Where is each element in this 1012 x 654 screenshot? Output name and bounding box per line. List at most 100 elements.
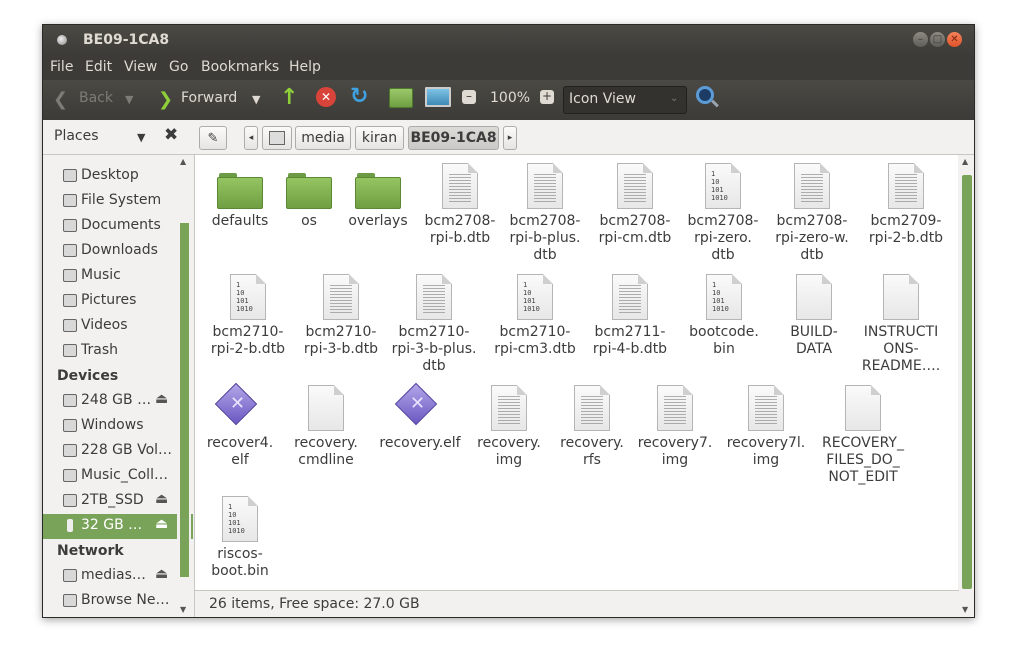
downloads-icon [63, 244, 77, 257]
file-name: RECOVERY_ FILES_DO_ NOT_EDIT [822, 435, 904, 485]
close-icon[interactable]: ✕ [947, 32, 962, 47]
sidebar-item-network-medias[interactable]: medias… ⏏ [43, 564, 193, 589]
sidebar-item-music[interactable]: Music [43, 264, 193, 289]
file-item[interactable]: bcm2708- rpi-cm.dtb [592, 155, 678, 265]
blank-file-icon [308, 385, 344, 431]
menu-bookmarks[interactable]: Bookmarks [201, 59, 279, 75]
file-item[interactable]: bcm2711- rpi-4-b.dtb [587, 266, 673, 376]
file-item[interactable]: 1 10 101 1010 bcm2708- rpi-zero. dtb [680, 155, 766, 265]
menu-file[interactable]: File [50, 59, 73, 75]
scroll-up-icon[interactable]: ▲ [180, 157, 186, 166]
sidebar-item-device-32gb[interactable]: 32 GB … ⏏ [43, 514, 193, 539]
file-item[interactable]: ✕ recovery.elf [377, 377, 463, 487]
file-item[interactable]: bcm2708- rpi-b-plus. dtb [502, 155, 588, 265]
file-item[interactable]: 1 10 101 1010 riscos-boot.bin [197, 488, 283, 598]
file-item[interactable]: recovery. cmdline [283, 377, 369, 487]
crumb-left-arrow-icon[interactable]: ◂ [244, 126, 258, 150]
sidebar-item-downloads[interactable]: Downloads [43, 239, 193, 264]
back-button[interactable]: Back [79, 90, 113, 106]
sidebar-item-desktop[interactable]: Desktop [43, 164, 193, 189]
file-item[interactable]: BUILD- DATA [771, 266, 857, 376]
sidebar-item-trash[interactable]: Trash [43, 339, 193, 364]
file-item[interactable]: overlays [335, 155, 421, 265]
crumb-right-arrow-icon[interactable]: ▸ [503, 126, 517, 150]
file-item[interactable]: 1 10 101 1010 bcm2710- rpi-2-b.dtb [205, 266, 291, 376]
sidebar-item-label: Downloads [81, 242, 158, 258]
back-dropdown-icon[interactable]: ▼ [125, 93, 133, 106]
close-sidebar-icon[interactable]: ✖ [164, 125, 178, 145]
maximize-icon[interactable]: □ [930, 32, 945, 47]
menu-view[interactable]: View [124, 59, 157, 75]
file-item[interactable]: RECOVERY_ FILES_DO_ NOT_EDIT [820, 377, 906, 487]
crumb-current[interactable]: BE09-1CA8 [408, 126, 499, 150]
sidebar-item-documents[interactable]: Documents [43, 214, 193, 239]
sidebar-item-label: 228 GB Vol… [81, 442, 173, 458]
text-file-icon [442, 163, 478, 209]
crumb-media[interactable]: media [295, 126, 351, 150]
text-file-icon [612, 274, 648, 320]
toolbar: ❮ Back ▼ ❯ Forward ▼ ↑ ✕ ↻ – 100% + Icon… [43, 80, 974, 121]
menu-go[interactable]: Go [169, 59, 188, 75]
blank-file-icon [883, 274, 919, 320]
minimize-icon[interactable]: – [913, 32, 928, 47]
file-name: bcm2710- rpi-cm3.dtb [494, 324, 576, 357]
sidebar-item-device-2tb[interactable]: 2TB_SSD ⏏ [43, 489, 193, 514]
window-title: BE09-1CA8 [83, 32, 170, 48]
eject-icon[interactable]: ⏏ [155, 391, 168, 407]
file-item[interactable]: bcm2708- rpi-b.dtb [417, 155, 503, 265]
sidebar-item-file-system[interactable]: File System [43, 189, 193, 214]
sidebar-item-device-228gb[interactable]: 228 GB Vol… [43, 439, 193, 464]
sidebar-item-label: Documents [81, 217, 161, 233]
reload-icon[interactable]: ↻ [350, 84, 368, 109]
file-item[interactable]: recovery7l. img [723, 377, 809, 487]
menu-edit[interactable]: Edit [85, 59, 112, 75]
eject-icon[interactable]: ⏏ [155, 566, 168, 582]
file-item[interactable]: bcm2710- rpi-3-b-plus. dtb [391, 266, 477, 376]
file-item[interactable]: bcm2708- rpi-zero-w. dtb [769, 155, 855, 265]
file-item[interactable]: ✕ recover4. elf [197, 377, 283, 487]
places-dropdown-icon[interactable]: ▼ [137, 131, 145, 144]
sidebar-item-label: Videos [81, 317, 128, 333]
computer-icon[interactable] [425, 87, 451, 107]
sidebar-scroll-thumb[interactable] [180, 223, 189, 577]
file-name: bcm2709- rpi-2-b.dtb [868, 213, 944, 246]
sidebar-item-device-windows[interactable]: Windows [43, 414, 193, 439]
file-name: bcm2710- rpi-3-b.dtb [303, 324, 379, 357]
crumb-drive-button[interactable] [262, 126, 292, 150]
file-item[interactable]: 1 10 101 1010 bcm2710- rpi-cm3.dtb [492, 266, 578, 376]
forward-dropdown-icon[interactable]: ▼ [252, 93, 260, 106]
menu-help[interactable]: Help [289, 59, 321, 75]
sidebar-item-device-248gb[interactable]: 248 GB … ⏏ [43, 389, 193, 414]
sidebar: Desktop File System Documents Downloads … [43, 155, 193, 617]
file-item[interactable]: recovery. img [466, 377, 552, 487]
home-folder-icon[interactable] [389, 88, 413, 108]
file-item[interactable]: recovery7. img [632, 377, 718, 487]
forward-button[interactable]: Forward [181, 90, 237, 106]
edit-location-button[interactable]: ✎ [199, 126, 227, 150]
file-item[interactable]: bcm2709- rpi-2-b.dtb [863, 155, 949, 265]
zoom-in-icon[interactable]: + [540, 90, 554, 104]
forward-arrow-icon: ❯ [158, 89, 174, 110]
content-scroll-thumb[interactable] [962, 175, 972, 589]
sidebar-item-pictures[interactable]: Pictures [43, 289, 193, 314]
file-item[interactable]: 1 10 101 1010 bootcode. bin [681, 266, 767, 376]
scroll-up-icon[interactable]: ▲ [962, 157, 968, 166]
file-item[interactable]: INSTRUCTI ONS- README…. [858, 266, 944, 376]
view-mode-select[interactable]: Icon View ⌄ [563, 86, 687, 114]
sidebar-item-browse-network[interactable]: Browse Ne… [43, 589, 193, 614]
sidebar-item-device-music[interactable]: Music_Coll… [43, 464, 193, 489]
sidebar-item-videos[interactable]: Videos [43, 314, 193, 339]
scroll-down-icon[interactable]: ▼ [180, 605, 186, 614]
file-item[interactable]: bcm2710- rpi-3-b.dtb [298, 266, 384, 376]
eject-icon[interactable]: ⏏ [155, 516, 168, 532]
file-item[interactable]: recovery. rfs [549, 377, 635, 487]
text-file-icon [491, 385, 527, 431]
binary-file-icon: 1 10 101 1010 [517, 274, 553, 320]
zoom-out-icon[interactable]: – [462, 90, 476, 104]
up-arrow-icon[interactable]: ↑ [280, 85, 298, 110]
eject-icon[interactable]: ⏏ [155, 491, 168, 507]
crumb-kiran[interactable]: kiran [355, 126, 404, 150]
scroll-down-icon[interactable]: ▼ [962, 605, 968, 614]
stop-icon[interactable]: ✕ [316, 87, 336, 107]
network-header: Network [57, 543, 124, 559]
